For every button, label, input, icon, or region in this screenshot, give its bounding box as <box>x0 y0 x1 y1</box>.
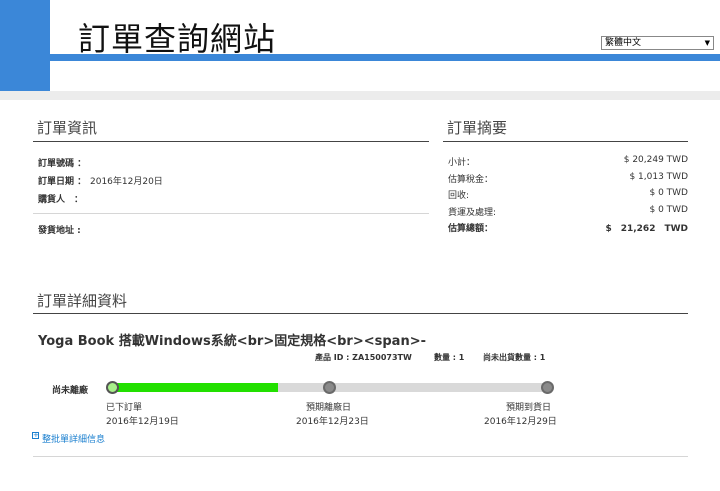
order-summary-rule <box>443 141 688 142</box>
subtotal-value: $ 20,249 TWD <box>623 155 688 165</box>
batch-details-link-label: 整批單詳細信息 <box>42 435 106 445</box>
quantity: 數量 : 1 <box>434 353 465 362</box>
order-date-label: 訂單日期 ： <box>38 177 87 187</box>
recycling-value: $ 0 TWD <box>649 188 688 198</box>
shipping-handling-label: 貨運及處理: <box>448 208 497 218</box>
step-label-expected-delivery: 預期到貨日 <box>506 403 552 413</box>
estimated-tax-value: $ 1,013 TWD <box>629 172 688 182</box>
language-select[interactable]: 繁體中文 ▼ <box>601 36 714 50</box>
shipping-handling-value: $ 0 TWD <box>649 205 688 215</box>
language-select-value: 繁體中文 <box>605 38 642 48</box>
estimated-total-value: $ 21,262 TWD <box>605 224 688 234</box>
buyer-label: 購貨人 ： <box>38 195 84 205</box>
step-date-expected-delivery: 2016年12月29日 <box>484 417 557 427</box>
shipping-address-label: 發貨地址 : <box>38 226 81 236</box>
header: 訂單查詢網站 繁體中文 ▼ <box>0 0 720 92</box>
order-details-bottom-rule <box>33 456 688 457</box>
product-name: Yoga Book 搭載Windows系統<br>固定規格<br><span>- <box>38 334 426 349</box>
step-date-expected-dispatch: 2016年12月23日 <box>296 417 369 427</box>
batch-details-link[interactable]: + 整批單詳細信息 <box>32 432 105 445</box>
unshipped-quantity: 尚未出貨數量 : 1 <box>483 353 546 362</box>
order-details-rule <box>33 313 688 314</box>
estimated-total-label: 估算總額： <box>448 224 494 234</box>
progress-fill <box>112 383 278 392</box>
step-dot-expected-delivery <box>541 381 554 394</box>
order-number-label: 訂單號碼 ： <box>38 159 87 169</box>
order-info-rule <box>33 141 429 142</box>
subtotal-label: 小計： <box>448 158 476 168</box>
order-info-title: 訂單資訊 <box>37 119 98 137</box>
product-id: 產品 ID : ZA150073TW <box>315 353 412 362</box>
step-dot-expected-dispatch <box>323 381 336 394</box>
order-summary-title: 訂單摘要 <box>447 119 508 137</box>
step-dot-ordered <box>106 381 119 394</box>
order-details-title: 訂單詳細資料 <box>37 292 128 310</box>
chevron-down-icon: ▼ <box>704 39 710 47</box>
order-status: 尚未離廠 <box>52 386 89 396</box>
brand-block <box>0 0 50 91</box>
header-accent-line <box>50 54 720 61</box>
step-date-ordered: 2016年12月19日 <box>106 417 179 427</box>
order-info-divider <box>33 213 429 214</box>
header-divider-band <box>0 91 720 100</box>
plus-box-icon: + <box>32 431 39 439</box>
order-date-value: 2016年12月20日 <box>90 177 163 187</box>
estimated-tax-label: 估算稅金： <box>448 175 494 185</box>
step-label-ordered: 已下訂單 <box>106 403 143 413</box>
recycling-label: 回收: <box>448 191 470 201</box>
step-label-expected-dispatch: 預期離廠日 <box>306 403 352 413</box>
